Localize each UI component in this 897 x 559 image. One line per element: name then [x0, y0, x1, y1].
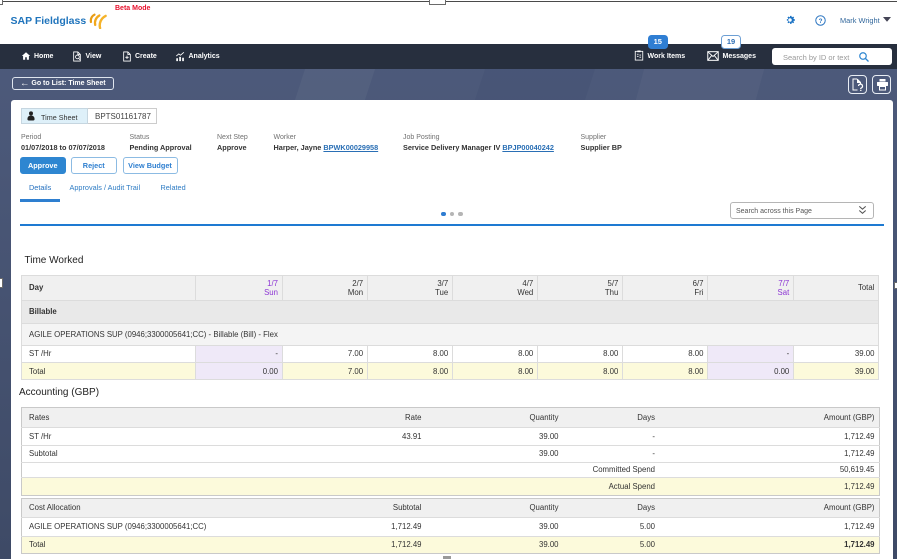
svg-text:?: ?: [818, 17, 822, 24]
